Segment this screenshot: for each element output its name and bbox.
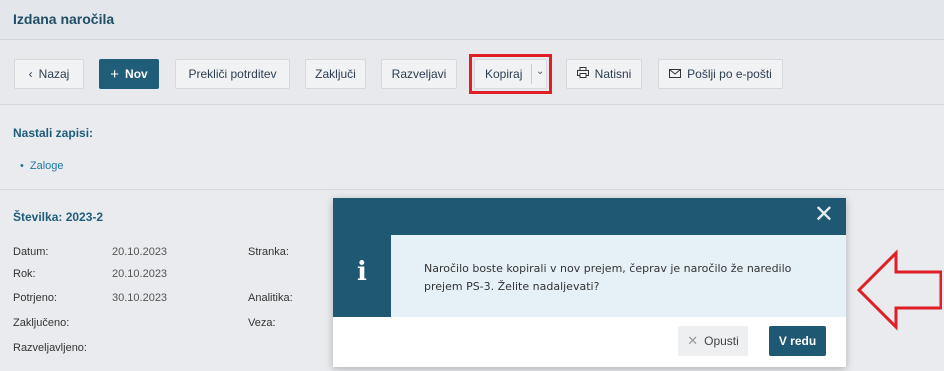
created-records-section: Nastali zapisi: • Zaloge bbox=[0, 106, 944, 190]
ok-button[interactable]: V redu bbox=[769, 326, 826, 356]
send-email-label: Pošlji po e-pošti bbox=[687, 67, 772, 81]
print-label: Natisni bbox=[594, 67, 632, 81]
closed-label: Zaključeno: bbox=[13, 317, 70, 329]
analytics-label: Analitika: bbox=[248, 292, 293, 304]
envelope-icon bbox=[669, 67, 682, 81]
dialog-icon-panel: i bbox=[333, 235, 391, 317]
revert-button[interactable]: Razveljavi bbox=[381, 59, 457, 89]
link-label: Veza: bbox=[248, 317, 276, 329]
new-button-label: Nov bbox=[125, 67, 148, 81]
dialog-message: Naročilo boste kopirali v nov prejem, če… bbox=[424, 262, 792, 293]
copy-highlight-annotation bbox=[469, 54, 552, 94]
confirmed-label: Potrjeno: bbox=[13, 292, 58, 304]
created-records-title: Nastali zapisi: bbox=[13, 126, 94, 140]
date-label: Datum: bbox=[13, 246, 49, 258]
bullet-icon: • bbox=[20, 160, 24, 172]
arrow-left-annotation-icon bbox=[856, 249, 942, 331]
close-icon[interactable]: ✕ bbox=[814, 203, 834, 227]
confirmed-value: 30.10.2023 bbox=[112, 292, 168, 304]
customer-label: Stranka: bbox=[248, 246, 289, 258]
date-value: 20.10.2023 bbox=[112, 246, 168, 258]
dismiss-label: Opusti bbox=[704, 334, 739, 348]
due-label: Rok: bbox=[13, 268, 36, 280]
record-link-label: Zaloge bbox=[29, 160, 64, 172]
dialog-footer: ✕ Opusti V redu bbox=[333, 317, 846, 367]
reverted-label: Razveljavljeno: bbox=[13, 342, 87, 354]
close-small-icon: ✕ bbox=[687, 333, 699, 348]
dismiss-button[interactable]: ✕ Opusti bbox=[678, 326, 748, 356]
page-title: Izdana naročila bbox=[13, 11, 115, 27]
new-button[interactable]: + Nov bbox=[99, 59, 159, 89]
info-icon: i bbox=[357, 257, 367, 287]
record-link-stock[interactable]: • Zaloge bbox=[20, 160, 64, 172]
plus-icon: + bbox=[110, 65, 120, 83]
back-button-label: Nazaj bbox=[38, 67, 70, 81]
ok-label: V redu bbox=[778, 334, 817, 348]
close-document-label: Zaključi bbox=[315, 67, 356, 81]
send-email-button[interactable]: Pošlji po e-pošti bbox=[658, 59, 783, 89]
dialog-body: Naročilo boste kopirali v nov prejem, če… bbox=[391, 235, 846, 317]
close-document-button[interactable]: Zaključi bbox=[305, 59, 366, 89]
cancel-confirmation-button[interactable]: Prekliči potrditev bbox=[175, 59, 290, 89]
title-bar: Izdana naročila bbox=[0, 0, 944, 40]
confirm-dialog: ✕ i Naročilo boste kopirali v nov prejem… bbox=[333, 198, 846, 367]
printer-icon bbox=[576, 67, 589, 81]
dialog-header: ✕ bbox=[333, 198, 846, 235]
revert-label: Razveljavi bbox=[391, 67, 447, 81]
cancel-confirmation-label: Prekliči potrditev bbox=[188, 67, 277, 81]
due-value: 20.10.2023 bbox=[112, 268, 168, 280]
page: Izdana naročila ‹ Nazaj + Nov Prekliči p… bbox=[0, 0, 944, 371]
chevron-left-icon: ‹ bbox=[28, 67, 33, 81]
print-button[interactable]: Natisni bbox=[566, 59, 642, 89]
back-button[interactable]: ‹ Nazaj bbox=[14, 59, 84, 89]
document-number: Številka: 2023-2 bbox=[13, 210, 104, 224]
